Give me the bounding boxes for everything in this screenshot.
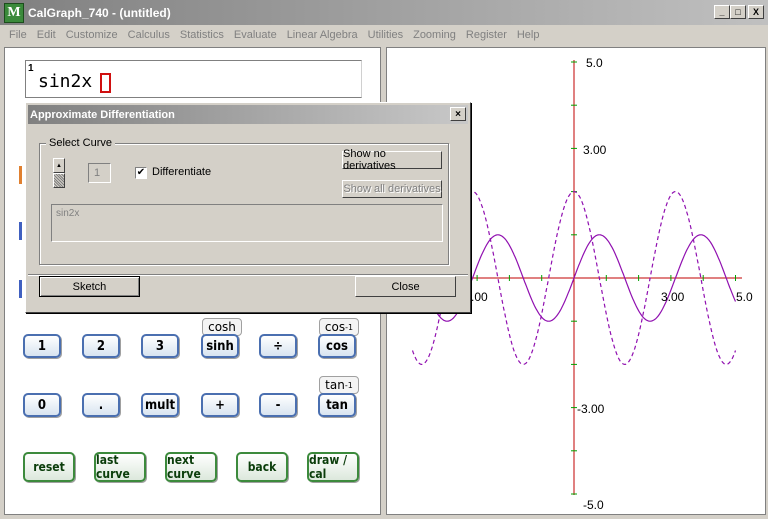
menu-statistics[interactable]: Statistics (175, 29, 229, 41)
dialog-close-button[interactable]: Close (355, 276, 456, 297)
curve-number-field: 1 (88, 163, 111, 183)
text-cursor (100, 73, 111, 93)
draw-cal-button[interactable]: draw / cal (307, 452, 359, 482)
app-icon: M (4, 2, 24, 23)
dialog-title-bar: Approximate Differentiation × (28, 105, 468, 124)
expression-editor[interactable]: 1 sin2x (25, 60, 362, 98)
title-bar: M CalGraph_740 - (untitled) _ □ X (0, 0, 768, 25)
curve-spinner[interactable]: ▲ (53, 158, 65, 190)
side-marker (19, 222, 22, 240)
y-tick-label-neg5: -5.0 (583, 498, 604, 512)
key-cos[interactable]: cos (318, 334, 356, 358)
minimize-button[interactable]: _ (714, 5, 730, 19)
reset-button[interactable]: reset (23, 452, 75, 482)
differentiate-checkbox[interactable]: ✔ (135, 167, 147, 179)
differentiate-label[interactable]: Differentiate (152, 166, 211, 178)
key-mult[interactable]: mult (141, 393, 179, 417)
last-curve-button[interactable]: last curve (94, 452, 146, 482)
x-tick-label-3: 3.00 (661, 290, 685, 304)
sketch-button[interactable]: Sketch (39, 276, 140, 297)
key-0[interactable]: 0 (23, 393, 61, 417)
menu-file[interactable]: File (4, 29, 32, 41)
menu-linear-algebra[interactable]: Linear Algebra (282, 29, 363, 41)
key-plus[interactable]: + (201, 393, 239, 417)
x-tick-label-neg3: .00 (471, 290, 488, 304)
spin-up-icon[interactable]: ▲ (53, 158, 65, 173)
menu-evaluate[interactable]: Evaluate (229, 29, 282, 41)
close-button[interactable]: X (748, 5, 764, 19)
y-tick-label-3: 3.00 (583, 143, 607, 157)
y-tick-label-5: 5.0 (586, 56, 603, 70)
x-tick-label-5: 5.0 (736, 290, 753, 304)
key-divide[interactable]: ÷ (259, 334, 297, 358)
key-1[interactable]: 1 (23, 334, 61, 358)
key-3[interactable]: 3 (141, 334, 179, 358)
menu-calculus[interactable]: Calculus (123, 29, 175, 41)
key-decimal[interactable]: . (82, 393, 120, 417)
arctan-tag[interactable]: tan -1 (319, 376, 359, 394)
dialog-title: Approximate Differentiation (30, 108, 175, 121)
side-marker (19, 166, 22, 184)
window-title: CalGraph_740 - (untitled) (28, 5, 171, 20)
menu-bar: File Edit Customize Calculus Statistics … (0, 25, 768, 45)
expression-line-number: 1 (28, 63, 34, 74)
window-controls: _ □ X (714, 5, 764, 19)
show-all-derivatives-button[interactable]: Show all derivatives (342, 180, 442, 198)
key-sinh[interactable]: sinh (201, 334, 239, 358)
next-curve-button[interactable]: next curve (165, 452, 217, 482)
show-no-derivatives-button[interactable]: Show no derivatives (342, 148, 442, 172)
approximate-differentiation-dialog: Approximate Differentiation × Select Cur… (25, 102, 471, 313)
key-2[interactable]: 2 (82, 334, 120, 358)
menu-help[interactable]: Help (512, 29, 545, 41)
menu-register[interactable]: Register (461, 29, 512, 41)
menu-utilities[interactable]: Utilities (363, 29, 408, 41)
select-curve-label: Select Curve (46, 137, 115, 149)
key-minus[interactable]: - (259, 393, 297, 417)
back-button[interactable]: back (236, 452, 288, 482)
dialog-close-icon[interactable]: × (450, 107, 466, 121)
maximize-button[interactable]: □ (730, 5, 746, 19)
side-marker (19, 280, 22, 298)
y-tick-label-neg3: -3.00 (577, 402, 605, 416)
spin-down-icon[interactable] (53, 173, 65, 188)
menu-edit[interactable]: Edit (32, 29, 61, 41)
expression-text: sin2x (38, 71, 93, 92)
key-tan[interactable]: tan (318, 393, 356, 417)
menu-customize[interactable]: Customize (61, 29, 123, 41)
curve-expression-field: sin2x (51, 204, 443, 242)
menu-zooming[interactable]: Zooming (408, 29, 461, 41)
